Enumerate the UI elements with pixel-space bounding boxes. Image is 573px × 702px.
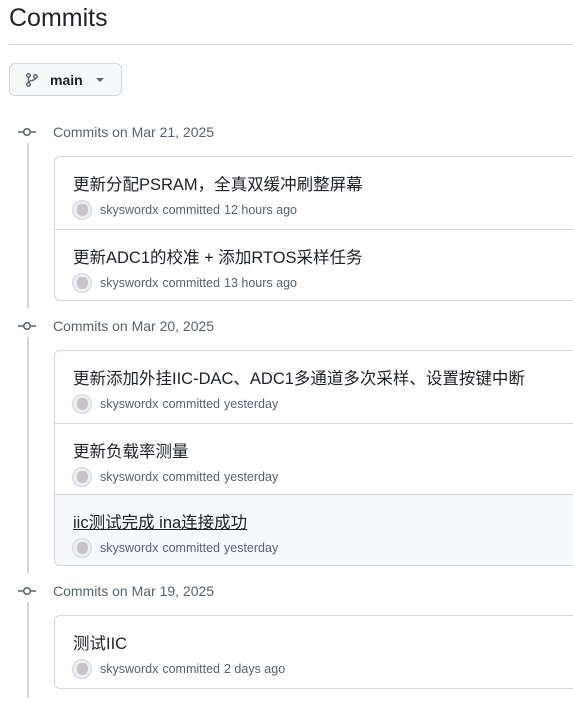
title-divider	[9, 44, 573, 45]
commit-action: committed	[162, 203, 220, 217]
commit-time: yesterday	[224, 397, 279, 411]
commit-time: yesterday	[224, 541, 279, 555]
commit-title-link[interactable]: 更新负载率测量	[73, 438, 189, 462]
avatar-image	[77, 398, 88, 410]
git-commit-icon	[18, 586, 36, 596]
commit-group-header: Commits on Mar 19, 2025	[18, 581, 214, 601]
commit-meta: skyswordx committed 13 hours ago	[72, 273, 297, 293]
timeline-line	[27, 602, 29, 698]
commit-title-link[interactable]: 测试IIC	[73, 630, 127, 654]
page-title: Commits	[9, 4, 108, 32]
commit-group-header: Commits on Mar 21, 2025	[18, 122, 214, 142]
avatar[interactable]	[72, 467, 92, 487]
avatar[interactable]	[72, 538, 92, 558]
commit-time: 2 days ago	[224, 662, 286, 676]
commit-group-date: Commits on Mar 20, 2025	[53, 318, 215, 334]
commit-author-link[interactable]: skyswordx	[100, 203, 158, 217]
commit-action: committed	[162, 470, 220, 484]
commit-title-link[interactable]: 更新ADC1的校准 + 添加RTOS采样任务	[73, 244, 363, 268]
commit-action: committed	[162, 397, 220, 411]
commit-action: committed	[162, 276, 220, 290]
avatar[interactable]	[72, 394, 92, 414]
branch-select-button[interactable]: main	[9, 63, 122, 96]
commit-title-link[interactable]: 更新分配PSRAM，全真双缓冲刷整屏幕	[73, 171, 363, 195]
commit-row: 更新ADC1的校准 + 添加RTOS采样任务 skyswordx committ…	[55, 229, 573, 300]
commit-group-header: Commits on Mar 20, 2025	[18, 316, 214, 336]
commit-author-link[interactable]: skyswordx	[100, 397, 158, 411]
commit-time: yesterday	[224, 470, 279, 484]
git-commit-icon	[18, 127, 36, 137]
commit-list: 测试IIC skyswordx committed 2 days ago	[54, 615, 573, 689]
commit-row: iic测试完成 ina连接成功 skyswordx committed yest…	[55, 494, 573, 565]
commit-author-link[interactable]: skyswordx	[100, 276, 158, 290]
commit-title-link[interactable]: iic测试完成 ina连接成功	[73, 509, 247, 533]
avatar-image	[77, 277, 88, 289]
commit-time: 12 hours ago	[224, 203, 297, 217]
avatar-image	[77, 542, 88, 554]
commit-meta: skyswordx committed 2 days ago	[72, 659, 285, 679]
commit-meta: skyswordx committed yesterday	[72, 394, 278, 414]
commit-author-link[interactable]: skyswordx	[100, 541, 158, 555]
commit-action: committed	[162, 662, 220, 676]
git-commit-icon	[18, 321, 36, 331]
commit-list: 更新分配PSRAM，全真双缓冲刷整屏幕 skyswordx committed …	[54, 156, 573, 301]
commit-row: 更新负载率测量 skyswordx committed yesterday	[55, 423, 573, 494]
git-branch-icon	[26, 72, 38, 87]
commit-meta: skyswordx committed yesterday	[72, 538, 278, 558]
commit-row: 更新添加外挂IIC-DAC、ADC1多通道多次采样、设置按键中断 skyswor…	[55, 351, 573, 423]
avatar-image	[77, 204, 88, 216]
commit-action: committed	[162, 541, 220, 555]
commit-list: 更新添加外挂IIC-DAC、ADC1多通道多次采样、设置按键中断 skyswor…	[54, 350, 573, 566]
commit-group-date: Commits on Mar 19, 2025	[53, 583, 215, 599]
avatar[interactable]	[72, 200, 92, 220]
commit-meta: skyswordx committed yesterday	[72, 467, 278, 487]
avatar[interactable]	[72, 659, 92, 679]
commit-meta: skyswordx committed 12 hours ago	[72, 200, 297, 220]
commit-row: 更新分配PSRAM，全真双缓冲刷整屏幕 skyswordx committed …	[55, 157, 573, 229]
commit-author-link[interactable]: skyswordx	[100, 662, 158, 676]
chevron-down-icon	[95, 77, 104, 82]
commit-row: 测试IIC skyswordx committed 2 days ago	[55, 616, 573, 688]
avatar-image	[77, 471, 88, 483]
commit-group-date: Commits on Mar 21, 2025	[53, 124, 215, 140]
timeline-line	[27, 143, 29, 308]
timeline-line	[27, 337, 29, 573]
commit-time: 13 hours ago	[224, 276, 297, 290]
commit-title-link[interactable]: 更新添加外挂IIC-DAC、ADC1多通道多次采样、设置按键中断	[73, 365, 525, 389]
avatar-image	[77, 663, 88, 675]
avatar[interactable]	[72, 273, 92, 293]
commit-author-link[interactable]: skyswordx	[100, 470, 158, 484]
branch-label: main	[50, 71, 83, 88]
